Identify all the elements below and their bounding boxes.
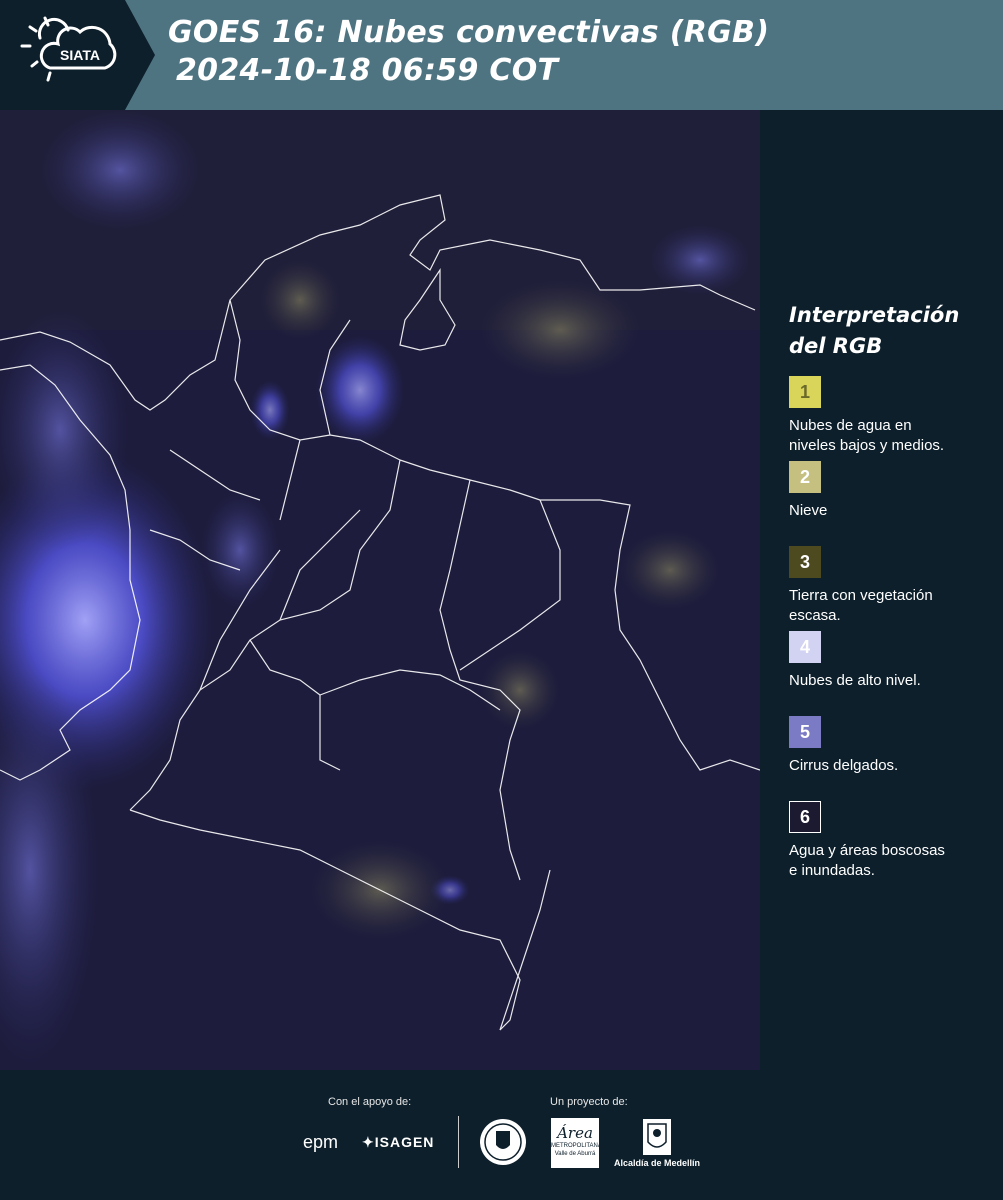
title-line-2: 2024-10-18 06:59 COT bbox=[176, 53, 559, 88]
header-bar: SIATA GOES 16: Nubes convectivas (RGB) 2… bbox=[0, 0, 1003, 110]
legend-swatch-3: 3 bbox=[789, 546, 821, 578]
legend-label-3-line-1: Tierra con vegetación bbox=[789, 587, 933, 604]
legend-label-1-line-2: niveles bajos y medios. bbox=[789, 437, 945, 454]
legend-label-3: Tierra con vegetación escasa. bbox=[789, 586, 989, 626]
svg-text:SIATA: SIATA bbox=[60, 47, 100, 63]
legend-label-1-line-1: Nubes de agua en bbox=[789, 417, 912, 434]
area-metropolitana-logo: Área METROPOLITANA Valle de Aburrá bbox=[551, 1118, 602, 1168]
legend-swatch-1: 1 bbox=[789, 376, 821, 408]
legend-label-3-line-2: escasa. bbox=[789, 607, 841, 624]
legend-label-5: Cirrus delgados. bbox=[789, 756, 989, 776]
legend-label-6: Agua y áreas boscosas e inundadas. bbox=[789, 841, 989, 881]
isagen-mark-icon: ✦ bbox=[362, 1134, 375, 1150]
legend-label-6-line-1: Agua y áreas boscosas bbox=[789, 842, 945, 859]
legend-item-high-clouds: 4 Nubes de alto nivel. bbox=[789, 631, 989, 716]
legend-item-low-mid-water-clouds: 1 Nubes de agua en niveles bajos y medio… bbox=[789, 376, 989, 461]
footer-divider bbox=[458, 1116, 459, 1168]
legend-swatch-6: 6 bbox=[789, 801, 821, 833]
area-logo-text: Área bbox=[557, 1124, 593, 1142]
legend-swatch-2: 2 bbox=[789, 461, 821, 493]
legend-label-6-line-2: e inundadas. bbox=[789, 862, 875, 879]
siata-logo: SIATA bbox=[0, 0, 155, 110]
isagen-logo: ✦ISAGEN bbox=[362, 1134, 434, 1151]
project-label: Un proyecto de: bbox=[550, 1096, 628, 1108]
legend-label-2-line-1: Nieve bbox=[789, 502, 828, 519]
legend-title-line-1: Interpretación bbox=[789, 303, 960, 327]
support-label: Con el apoyo de: bbox=[328, 1096, 412, 1108]
footer: Con el apoyo de: Un proyecto de: epm ✦IS… bbox=[0, 1070, 1003, 1200]
area-logo-sub: METROPOLITANA bbox=[551, 1143, 602, 1149]
legend-item-thin-cirrus: 5 Cirrus delgados. bbox=[789, 716, 989, 801]
legend-title-line-2: del RGB bbox=[789, 334, 883, 358]
legend-label-2: Nieve bbox=[789, 501, 989, 521]
legend-item-sparse-vegetation: 3 Tierra con vegetación escasa. bbox=[789, 546, 989, 631]
isagen-logo-text: ISAGEN bbox=[374, 1134, 435, 1150]
alcaldia-shield-icon bbox=[643, 1119, 671, 1155]
legend-label-4: Nubes de alto nivel. bbox=[789, 671, 989, 691]
legend-swatch-4: 4 bbox=[789, 631, 821, 663]
title-line-1: GOES 16: Nubes convectivas (RGB) bbox=[168, 15, 770, 50]
page-title: GOES 16: Nubes convectivas (RGB) 2024-10… bbox=[168, 14, 769, 90]
medellin-seal-icon bbox=[480, 1119, 526, 1165]
alcaldia-logo-text: Alcaldía de Medellín bbox=[614, 1158, 701, 1168]
area-logo-sub2: Valle de Aburrá bbox=[554, 1151, 596, 1157]
legend-item-water-forest: 6 Agua y áreas boscosas e inundadas. bbox=[789, 801, 989, 886]
legend-label-1: Nubes de agua en niveles bajos y medios. bbox=[789, 416, 989, 456]
satellite-map bbox=[0, 110, 760, 1070]
epm-logo: epm bbox=[303, 1132, 339, 1152]
legend-swatch-5: 5 bbox=[789, 716, 821, 748]
legend: Interpretación del RGB 1 Nubes de agua e… bbox=[789, 300, 989, 886]
legend-label-5-line-1: Cirrus delgados. bbox=[789, 757, 899, 774]
legend-title: Interpretación del RGB bbox=[789, 300, 989, 362]
legend-items: 1 Nubes de agua en niveles bajos y medio… bbox=[789, 376, 989, 886]
legend-label-4-line-1: Nubes de alto nivel. bbox=[789, 672, 921, 689]
legend-item-snow: 2 Nieve bbox=[789, 461, 989, 546]
